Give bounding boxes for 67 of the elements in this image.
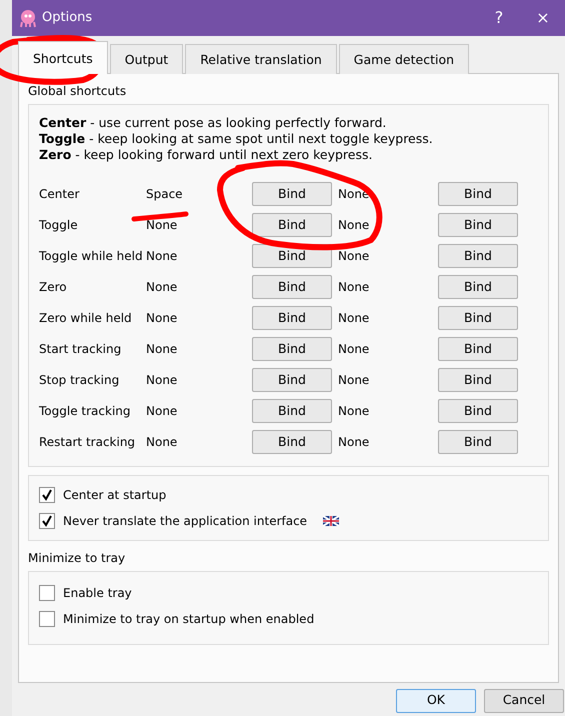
app-icon xyxy=(18,8,38,28)
checkbox[interactable] xyxy=(39,610,55,627)
tab[interactable]: Relative translation xyxy=(185,44,337,74)
key-label: None xyxy=(338,248,370,266)
key-label: None xyxy=(338,434,370,452)
action-label: Center xyxy=(39,186,80,204)
annotation-underline xyxy=(132,212,188,222)
bind-button[interactable]: Bind xyxy=(252,368,332,392)
key-label: Space xyxy=(146,186,184,204)
bind-button[interactable]: Bind xyxy=(252,430,332,454)
key-label: None xyxy=(338,403,370,420)
action-label: Toggle xyxy=(39,217,79,234)
checkbox-label: Minimize to tray on startup when enabled xyxy=(63,610,314,628)
checkbox[interactable] xyxy=(39,584,55,601)
bind-button[interactable]: Bind xyxy=(438,337,518,362)
bind-button[interactable]: Bind xyxy=(252,337,332,362)
action-label: Restart tracking xyxy=(39,434,136,452)
action-label: Toggle while held xyxy=(39,248,144,266)
tab[interactable]: Output xyxy=(110,44,184,74)
checkbox-label: Never translate the application interface xyxy=(63,512,308,530)
window-title: Options xyxy=(42,9,92,28)
close-button[interactable]: × xyxy=(521,6,565,30)
key-label: None xyxy=(338,341,370,358)
help-text: Toggle - keep looking at same spot until next toggle keypress. xyxy=(39,130,434,147)
key-label: None xyxy=(338,217,370,234)
key-label: None xyxy=(338,310,370,328)
checkbox[interactable] xyxy=(39,512,55,529)
bind-button[interactable]: Bind xyxy=(438,399,518,424)
bind-button[interactable]: Bind xyxy=(252,213,332,238)
bind-button[interactable]: Bind xyxy=(252,399,332,424)
key-label: None xyxy=(146,341,178,358)
bind-button[interactable]: Bind xyxy=(252,306,332,330)
cancel-button[interactable]: Cancel xyxy=(484,688,564,713)
key-label: None xyxy=(146,372,178,390)
key-label: None xyxy=(338,279,370,296)
bind-button[interactable]: Bind xyxy=(438,213,518,238)
key-label: None xyxy=(146,217,178,234)
key-label: None xyxy=(146,310,178,328)
action-label: Start tracking xyxy=(39,341,122,358)
ok-button[interactable]: OK xyxy=(396,688,476,713)
help-text: Zero - keep looking forward until next zero keypress. xyxy=(39,146,374,163)
bind-button[interactable]: Bind xyxy=(438,182,518,206)
bind-button[interactable]: Bind xyxy=(438,430,518,454)
bind-button[interactable]: Bind xyxy=(438,368,518,392)
checkbox-label: Enable tray xyxy=(63,584,132,602)
key-label: None xyxy=(146,279,178,296)
help-text: Center - use current pose as looking perfectly forward. xyxy=(39,114,388,131)
key-label: None xyxy=(338,372,370,390)
action-label: Toggle tracking xyxy=(39,403,132,420)
key-label: None xyxy=(146,434,178,452)
action-label: Stop tracking xyxy=(39,372,120,390)
bind-button[interactable]: Bind xyxy=(438,275,518,300)
action-label: Zero xyxy=(39,279,68,296)
tab[interactable]: Game detection xyxy=(338,44,470,74)
bind-button[interactable]: Bind xyxy=(252,275,332,300)
bind-button[interactable]: Bind xyxy=(438,306,518,330)
checkbox-label: Center at startup xyxy=(63,486,166,504)
help-button[interactable]: ? xyxy=(477,6,521,30)
bind-button[interactable]: Bind xyxy=(252,182,332,206)
group-title: Minimize to tray xyxy=(28,550,126,567)
bind-button[interactable]: Bind xyxy=(438,244,518,268)
tab[interactable]: Shortcuts xyxy=(18,41,108,74)
action-label: Zero while held xyxy=(39,310,133,328)
key-label: None xyxy=(146,248,178,266)
group-title: Global shortcuts xyxy=(28,82,126,100)
checkbox[interactable] xyxy=(39,486,55,503)
key-label: None xyxy=(146,403,178,420)
